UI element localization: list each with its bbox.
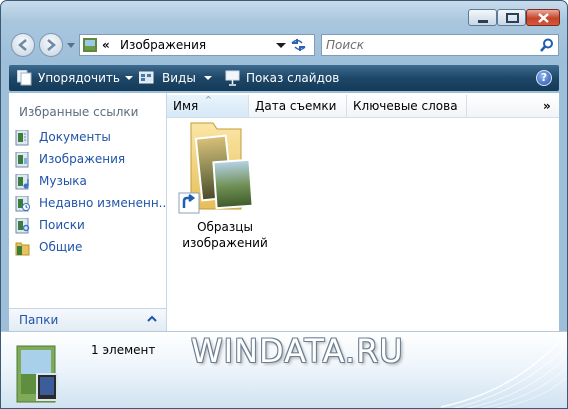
chevron-down-icon [204,76,212,80]
back-arrow-icon [18,39,27,51]
music-icon [15,174,29,190]
column-date-taken[interactable]: Дата съемки [249,95,347,117]
favorite-links-heading: Избранные ссылки [19,105,139,119]
sample-pictures-shortcut-icon [178,122,254,214]
slideshow-icon [225,70,240,86]
column-tags[interactable]: Ключевые слова [347,95,467,117]
chevron-down-icon [125,76,133,80]
sidebar-item-label: Изображения [39,152,126,166]
breadcrumb-overflow[interactable]: « [102,38,110,52]
pictures-folder-icon [83,38,97,52]
recent-pages-dropdown-icon[interactable] [67,43,75,49]
forward-arrow-icon [47,39,56,51]
views-menu-button[interactable]: Виды [139,65,219,91]
maximize-button[interactable] [497,9,526,26]
views-icon [139,71,154,84]
item-count: 1 элемент [91,343,156,357]
decorative-swoosh [441,341,567,408]
close-button[interactable] [526,9,560,26]
sort-ascending-icon: ^ [205,95,212,104]
file-item-label: Образцы изображений [182,220,268,250]
folders-label: Папки [19,313,59,327]
recent-icon [15,196,30,212]
maximize-icon [506,13,519,23]
address-bar[interactable]: « Изображения [79,34,315,56]
explorer-window: « Изображения Упорядочить [0,0,568,409]
searches-icon [15,218,30,234]
search-icon[interactable] [540,38,554,52]
sidebar-item-label: Документы [39,130,111,144]
sidebar-item-label: Музыка [39,174,87,188]
search-input[interactable] [326,37,526,53]
minimize-button[interactable] [468,9,497,26]
file-list: ^ Имя Дата съемки Ключевые слова » Образ… [167,93,559,331]
pictures-library-icon [16,345,58,403]
column-label: Имя [173,99,199,113]
watermark: WINDATA.RU [191,332,404,370]
file-item[interactable]: Образцы изображений [175,121,275,251]
refresh-icon[interactable] [289,37,309,53]
forward-button[interactable] [39,33,63,57]
column-label: Ключевые слова [353,99,458,113]
organize-menu-button[interactable]: Упорядочить [17,65,133,91]
more-columns-button[interactable]: » [543,95,551,117]
column-label: Дата съемки [255,99,337,113]
public-folder-icon [15,242,30,256]
column-name[interactable]: ^ Имя [167,95,249,117]
folders-toggle[interactable]: Папки [9,308,166,331]
back-button[interactable] [11,33,35,57]
column-header-row: ^ Имя Дата съемки Ключевые слова » [167,95,559,118]
sidebar-item-label: Общие [39,240,83,254]
minimize-icon [478,20,488,23]
close-icon [538,13,549,23]
navigation-pane: Избранные ссылки Документы Изображения М… [9,93,171,331]
slideshow-button[interactable]: Показ слайдов [225,65,345,91]
sidebar-item-label: Недавно измененн... [39,196,171,210]
organize-label: Упорядочить [38,71,120,85]
slideshow-label: Показ слайдов [246,71,340,85]
details-pane: 1 элемент WINDATA.RU [1,331,567,408]
pictures-icon [15,152,29,168]
title-bar[interactable] [1,1,567,31]
organize-icon [17,70,32,86]
address-row: « Изображения [1,31,567,61]
address-dropdown-icon[interactable] [276,43,286,49]
documents-icon [15,130,29,146]
chevron-up-icon [147,315,157,322]
views-label: Виды [162,71,196,85]
breadcrumb-current[interactable]: Изображения [120,38,206,52]
help-button[interactable]: ? [536,70,552,86]
search-box[interactable] [321,34,559,56]
command-bar: Упорядочить Виды Показ слайдов ? [9,65,559,91]
sidebar-item-label: Поиски [39,218,85,232]
